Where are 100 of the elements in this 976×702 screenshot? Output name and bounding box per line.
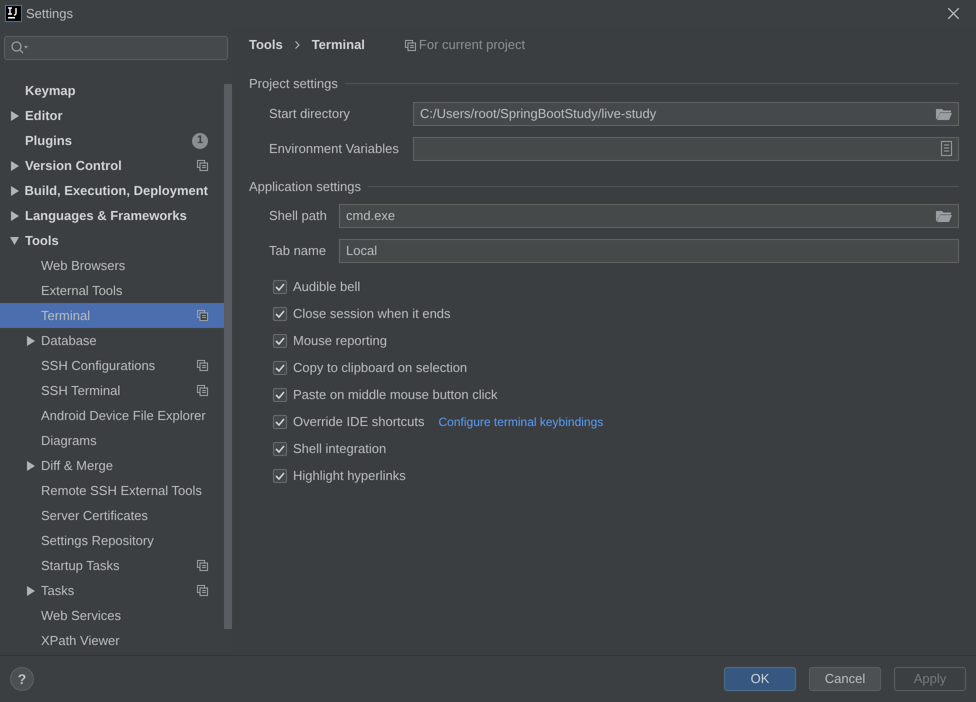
expand-arrow-icon[interactable] (10, 236, 19, 246)
field-label: Tab name (269, 242, 328, 260)
expand-arrow-icon[interactable] (10, 186, 19, 196)
tree-item[interactable]: Remote SSH External Tools (0, 478, 224, 503)
tree-item-label: Tasks (41, 582, 74, 600)
tree-item-label: Build, Execution, Deployment (24, 182, 208, 200)
tree-item[interactable]: Version Control (0, 153, 224, 178)
checkbox-label[interactable]: Shell integration (293, 438, 386, 458)
checkmark-icon (275, 418, 285, 426)
checkbox[interactable] (273, 306, 287, 320)
tree-item[interactable]: SSH Configurations (0, 353, 224, 378)
checkmark-icon (275, 472, 285, 480)
dialog-button[interactable]: Cancel (809, 667, 881, 691)
tree-item-label: Web Browsers (41, 256, 126, 275)
tree-item[interactable]: Startup Tasks (0, 553, 224, 578)
checkbox-label[interactable]: Close session when it ends (293, 304, 451, 324)
tree-item[interactable]: Tools (0, 228, 224, 253)
tree-item-label: Diff & Merge (41, 456, 114, 475)
checkmark-icon (275, 282, 285, 290)
expand-arrow-icon[interactable] (26, 586, 35, 596)
field-label: Environment Variables (269, 140, 400, 158)
checkbox-label[interactable]: Override IDE shortcuts (293, 412, 424, 432)
tree-item-label: Tools (25, 232, 59, 250)
list-icon[interactable] (941, 141, 952, 156)
tree-item[interactable]: Editor (0, 103, 224, 128)
tree-item-label: Terminal (41, 306, 90, 325)
checkmark-icon (275, 336, 285, 344)
tree-item-label: Server Certificates (41, 506, 148, 525)
section-title: Project settings (249, 75, 338, 93)
expand-arrow-icon[interactable] (26, 336, 35, 346)
checkbox[interactable] (273, 414, 287, 428)
tree-item[interactable]: Database (0, 328, 224, 353)
checkbox-label[interactable]: Paste on middle mouse button click (293, 384, 498, 404)
tree-item[interactable]: XPath Viewer (0, 628, 224, 653)
close-icon[interactable] (948, 8, 959, 19)
tree-item[interactable]: Server Certificates (0, 503, 224, 528)
help-button[interactable]: ? (10, 667, 34, 691)
checkbox-label[interactable]: Highlight hyperlinks (293, 466, 406, 486)
tree-item-label: SSH Terminal (41, 382, 120, 400)
count-badge: 1 (192, 132, 208, 148)
checkbox-label[interactable]: Mouse reporting (293, 330, 387, 350)
field-value: Local (346, 242, 378, 260)
tree-item-label: Diagrams (41, 432, 97, 450)
checkbox-label[interactable]: Audible bell (293, 276, 360, 296)
tree-item[interactable]: Tasks (0, 578, 224, 603)
search-field[interactable] (4, 36, 228, 60)
text-field[interactable]: C:/Users/root/SpringBootStudy/live-study (413, 102, 959, 126)
checkbox[interactable] (273, 280, 287, 294)
checkbox-label[interactable]: Copy to clipboard on selection (293, 358, 468, 378)
search-icon (11, 41, 28, 55)
copy-icon (197, 360, 208, 371)
tree-item[interactable]: Diagrams (0, 428, 224, 453)
tree-item-label: Editor (25, 106, 63, 125)
copy-icon (197, 160, 208, 171)
tree-item-label: Database (41, 332, 97, 350)
expand-arrow-icon[interactable] (26, 460, 35, 470)
tree-item[interactable]: SSH Terminal (0, 378, 224, 403)
tree-item[interactable]: Android Device File Explorer (0, 403, 224, 428)
checkbox[interactable] (273, 360, 287, 374)
tree-item[interactable]: External Tools (0, 278, 224, 303)
tree-item[interactable]: Diff & Merge (0, 453, 224, 478)
checkbox[interactable] (273, 442, 287, 456)
tree-item-label: XPath Viewer (41, 632, 120, 650)
app-logo-icon (5, 5, 22, 22)
scope-note: For current project (418, 36, 526, 54)
tree-item-label: SSH Configurations (41, 356, 156, 375)
dialog-button[interactable]: OK (724, 667, 796, 691)
checkmark-icon (275, 310, 285, 318)
breadcrumb-item: Terminal (312, 36, 365, 54)
field-value: cmd.exe (346, 207, 396, 226)
tree-item[interactable]: Keymap (0, 78, 224, 103)
checkbox[interactable] (273, 468, 287, 482)
folder-icon[interactable] (936, 210, 952, 222)
text-field[interactable]: cmd.exe (339, 204, 959, 228)
text-field[interactable] (413, 136, 959, 160)
folder-icon[interactable] (936, 108, 952, 120)
tree-item[interactable]: Settings Repository (0, 528, 224, 553)
checkmark-icon (275, 364, 285, 372)
checkbox[interactable] (273, 388, 287, 402)
window-title: Settings (26, 4, 73, 23)
tree-item-label: Remote SSH External Tools (41, 482, 202, 500)
tree-item[interactable]: Plugins 1 (0, 128, 224, 153)
expand-arrow-icon[interactable] (10, 210, 19, 220)
tree-item[interactable]: Build, Execution, Deployment (0, 178, 224, 203)
checkbox[interactable] (273, 334, 287, 348)
tree-item-label: Plugins (25, 132, 72, 150)
scrollbar[interactable] (224, 84, 232, 629)
text-field[interactable]: Local (339, 239, 959, 263)
tree-item[interactable]: Web Browsers (0, 253, 224, 278)
checkmark-icon (275, 390, 285, 398)
tree-item-label: Startup Tasks (41, 556, 120, 575)
copy-icon (197, 385, 208, 396)
keybindings-link[interactable]: Configure terminal keybindings (438, 412, 604, 430)
tree-item[interactable]: Web Services (0, 603, 224, 628)
chevron-right-icon (294, 41, 300, 49)
expand-arrow-icon[interactable] (10, 110, 19, 120)
tree-item-label: External Tools (41, 282, 122, 300)
checkmark-icon (275, 444, 285, 452)
expand-arrow-icon[interactable] (10, 160, 19, 170)
tree-item[interactable]: Languages & Frameworks (0, 203, 224, 228)
